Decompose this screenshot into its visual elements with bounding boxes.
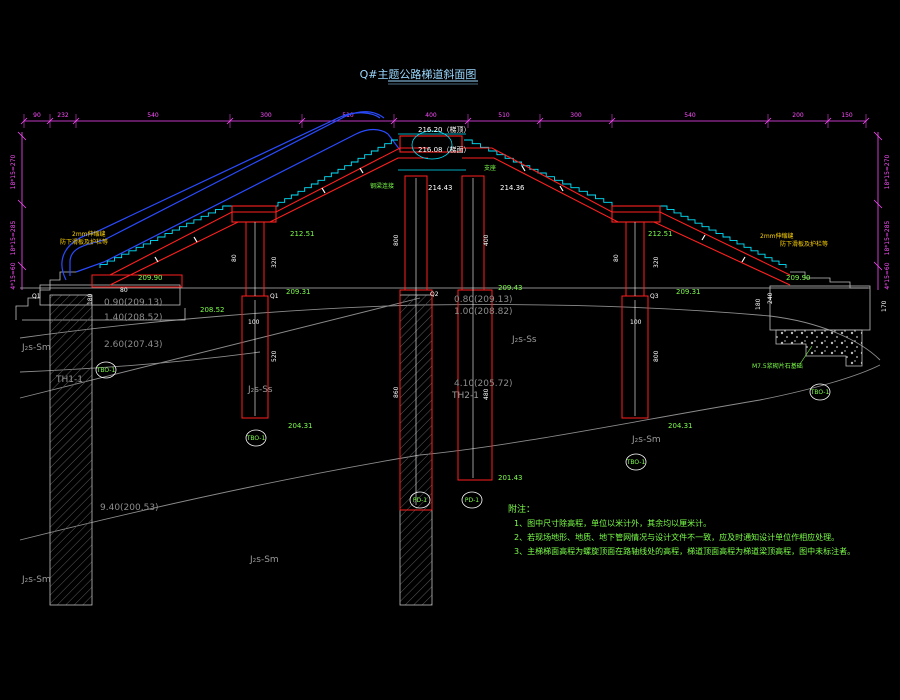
marker-label: TBO-1 [810, 389, 830, 396]
size-11: 320 [653, 256, 660, 268]
notes-title: 附注： [508, 503, 535, 515]
dimension-label: 540 [684, 112, 696, 119]
cad-drawing: Q#主题公路梯道斜面图 90 232 540 300 510 400 510 300 540 20… [0, 0, 900, 700]
annotation-center-left: 钢梁连接 [370, 182, 394, 190]
size-15: 170 [881, 300, 888, 312]
elev-right-landing: 212.51 [648, 230, 673, 238]
depth-label-5: 0.80(209.13) [454, 295, 513, 305]
left-dim-3: 4*15=60 [10, 262, 17, 289]
depth-label-1: 0.90(209.13) [104, 298, 163, 308]
left-dim-1: 18*15=270 [10, 154, 17, 189]
annotation-concrete: M7.5浆砌片石基础 [752, 362, 803, 370]
borehole-1: TH1-1 [55, 375, 83, 385]
annotation-right-2: 防下滑板及护栏等 [780, 240, 828, 248]
elev-top-deck: 216.20（梯顶） [418, 125, 471, 134]
size-5: 800 [393, 234, 400, 246]
dimension-label: 200 [792, 112, 804, 119]
marker-label: PD-1 [413, 497, 427, 504]
elev-center-top: 209.43 [498, 284, 523, 292]
stratum-label-4: J₂s-Sm [631, 435, 661, 445]
elev-left-foot: 208.52 [200, 306, 225, 314]
elev-right-pier-top: 209.31 [676, 288, 701, 296]
right-dim-1: 18*15=270 [884, 154, 891, 189]
dimension-label: 90 [33, 112, 41, 119]
depth-label-4: 9.40(200.53) [100, 503, 159, 513]
size-8: 860 [393, 386, 400, 398]
pier-label-q1-left: Q1 [32, 293, 41, 300]
stratum-label-6: J₂s-Sm [21, 575, 51, 585]
size-1: 80 [231, 254, 238, 262]
pier-label-q3: Q3 [650, 293, 659, 300]
elev-left-end: 209.90 [138, 274, 163, 282]
depth-label-2: 1.40(208.52) [104, 313, 163, 323]
marker-label: TBO-1 [96, 367, 116, 374]
pier-label-q2: Q2 [430, 291, 439, 298]
depth-label-6: 1.00(208.82) [454, 307, 513, 317]
note-3: 3、主梯梯面高程为螺旋顶面在路轴线处的高程，梯道顶面高程为梯道梁顶高程，图中未标… [514, 546, 855, 556]
stratum-label-5: J₂s-Sm [249, 555, 279, 565]
pier-label-q1: Q1 [270, 293, 279, 300]
stratum-label-2: J₂s-Ss [511, 335, 537, 345]
elev-right-end: 209.90 [786, 274, 811, 282]
elev-left-pier-top: 209.31 [286, 288, 311, 296]
elev-deck-left: 214.43 [428, 184, 453, 192]
dimension-label: 510 [498, 112, 510, 119]
dimension-label: 232 [57, 112, 69, 119]
size-14: 240 [767, 292, 774, 304]
right-dim-3: 4*15=60 [884, 262, 891, 289]
size-6: 400 [483, 234, 490, 246]
size-12: 800 [653, 350, 660, 362]
note-2: 2、若现场地形、地质、地下管网情况与设计文件不一致，应及时通知设计单位作相应处理… [514, 532, 839, 542]
elev-deck2: 216.08（梯面） [418, 145, 471, 154]
elev-right-pier-bottom: 204.31 [668, 422, 693, 430]
marker-label: TBO-1 [626, 459, 646, 466]
left-dim-2: 18*15=285 [10, 220, 17, 255]
annotation-right-1: 2mm伸缩缝 [760, 232, 794, 240]
size-16: 80 [120, 287, 128, 294]
depth-label-7: 4.10(205.72) [454, 379, 513, 389]
size-17: 180 [87, 293, 94, 305]
right-dim-2: 18*15=285 [884, 220, 891, 255]
dimension-label: 300 [570, 112, 582, 119]
size-7: 480 [483, 388, 490, 400]
size-4: 100 [248, 319, 260, 326]
size-3: 520 [271, 350, 278, 362]
elev-left-pier-bottom: 204.31 [288, 422, 313, 430]
drawing-title: Q#主题公路梯道斜面图 [360, 67, 477, 81]
dimension-label: 400 [425, 112, 437, 119]
stratum-label-1: J₂s-Sm [21, 343, 51, 353]
dimension-label: 150 [841, 112, 853, 119]
elev-center-pile-bottom: 201.43 [498, 474, 523, 482]
borehole-2: TH2-1 [451, 391, 479, 401]
size-10: 80 [613, 254, 620, 262]
canvas-background [0, 0, 900, 700]
dimension-label: 300 [260, 112, 272, 119]
size-9: 100 [630, 319, 642, 326]
elev-deck-right: 214.36 [500, 184, 525, 192]
stratum-label-3: J₂s-Ss [247, 385, 273, 395]
marker-label: PD-1 [465, 497, 479, 504]
size-2: 320 [271, 256, 278, 268]
annotation-left-2: 防下滑板及护栏等 [60, 238, 108, 246]
size-13: 180 [755, 298, 762, 310]
depth-label-3: 2.60(207.43) [104, 340, 163, 350]
marker-label: TBO-1 [246, 435, 266, 442]
elev-left-landing: 212.51 [290, 230, 315, 238]
note-1: 1、图中尺寸除高程，单位以米计外，其余均以厘米计。 [514, 518, 711, 528]
annotation-center-right: 支座 [484, 164, 496, 172]
dimension-label: 540 [147, 112, 159, 119]
annotation-left-1: 2mm伸缩缝 [72, 230, 106, 238]
